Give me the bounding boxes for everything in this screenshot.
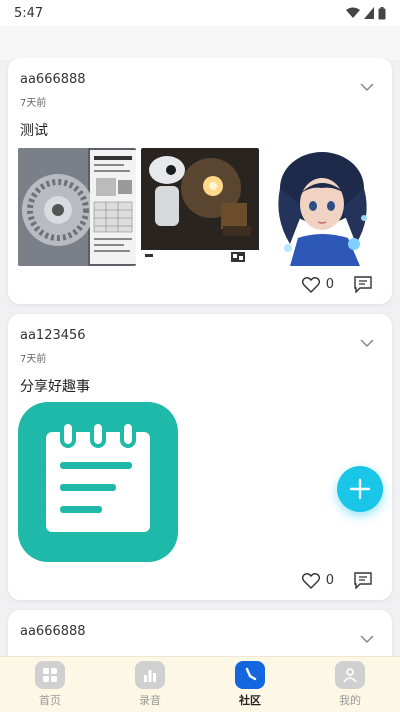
plus-icon (349, 478, 371, 500)
compass-icon (235, 661, 265, 689)
comment-icon[interactable] (354, 276, 372, 293)
bar-chart-icon (135, 661, 165, 689)
status-bar: 5:47 (0, 0, 400, 26)
person-icon (335, 661, 365, 689)
chevron-down-icon[interactable] (360, 338, 374, 348)
tab-label: 录音 (139, 694, 161, 707)
notepad-image[interactable] (18, 402, 178, 562)
post-image-machine[interactable] (18, 148, 136, 266)
post-username[interactable]: aa666888 (20, 72, 86, 87)
tab-label: 我的 (339, 694, 361, 707)
chevron-down-icon[interactable] (360, 82, 374, 92)
heart-icon[interactable] (301, 276, 320, 293)
tab-mine[interactable]: 我的 (300, 657, 400, 712)
post-content: 分享好趣事 (20, 379, 90, 395)
comment-icon[interactable] (354, 572, 372, 589)
wifi-icon (346, 7, 360, 18)
post-actions: 0 (301, 276, 372, 293)
post-image-anime[interactable] (264, 148, 382, 266)
header-spacer (0, 26, 400, 60)
post-content: 测试 (20, 123, 48, 139)
post-images (18, 402, 178, 562)
signal-icon (364, 7, 374, 19)
post-time: 7天前 (20, 98, 47, 109)
post-actions: 0 (301, 572, 372, 589)
heart-icon[interactable] (301, 572, 320, 589)
tab-record[interactable]: 录音 (100, 657, 200, 712)
status-time: 5:47 (14, 5, 44, 21)
post-card[interactable]: aa666888 7天前 测试 0 (8, 58, 392, 304)
like-count: 0 (325, 573, 334, 588)
post-card[interactable]: aa123456 7天前 分享好趣事 0 (8, 314, 392, 600)
chevron-down-icon[interactable] (360, 634, 374, 644)
battery-icon (378, 6, 386, 19)
post-image-robot[interactable] (141, 148, 259, 266)
tab-home[interactable]: 首页 (0, 657, 100, 712)
post-username[interactable]: aa123456 (20, 328, 86, 343)
status-icons (346, 6, 386, 20)
tab-community[interactable]: 社区 (200, 657, 300, 712)
home-grid-icon (35, 661, 65, 689)
post-username[interactable]: aa666888 (20, 624, 86, 639)
bottom-tab-bar: 首页 录音 社区 我的 (0, 656, 400, 712)
create-post-button[interactable] (337, 466, 383, 512)
tab-label: 社区 (239, 694, 261, 707)
like-count: 0 (325, 277, 334, 292)
tab-label: 首页 (39, 694, 61, 707)
post-images (18, 148, 382, 266)
post-time: 7天前 (20, 354, 47, 365)
